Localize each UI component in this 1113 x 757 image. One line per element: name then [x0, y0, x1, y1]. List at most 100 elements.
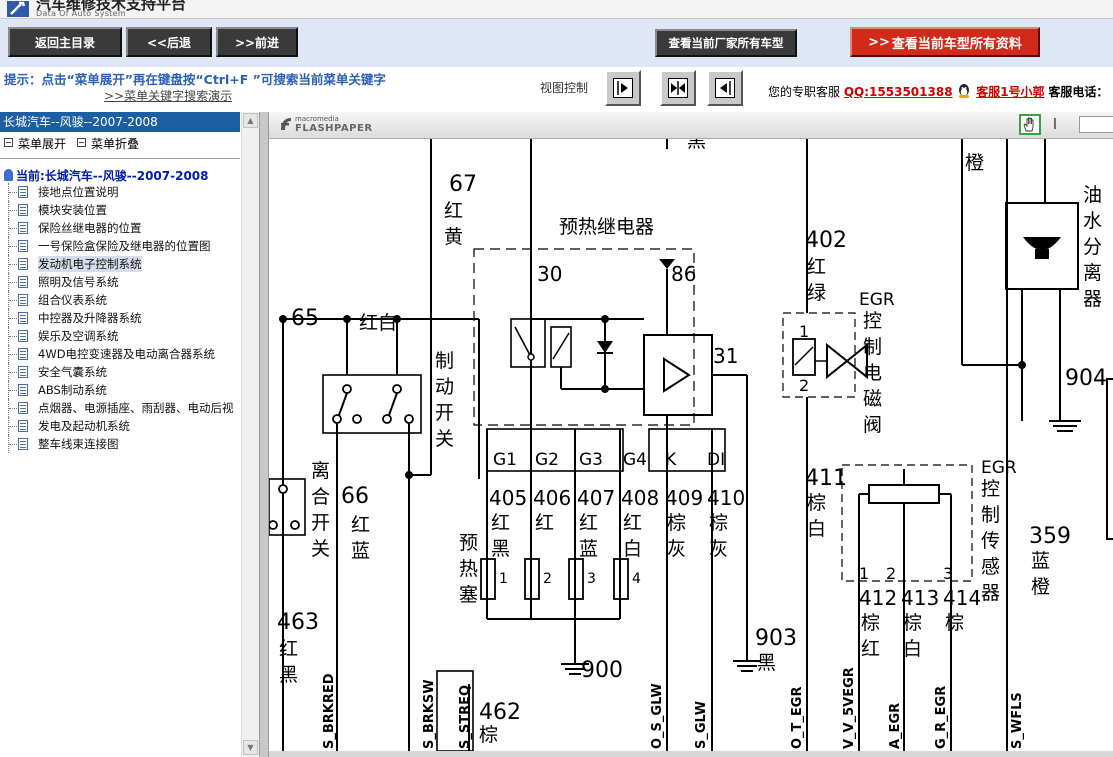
scroll-down-icon[interactable]: ▼ [243, 740, 258, 755]
schematic-label-char: 棕 [479, 724, 498, 746]
menu-collapse-button[interactable]: 菜单折叠 [77, 135, 139, 152]
forward-button[interactable]: >>前进 [216, 27, 298, 57]
tree-line [9, 282, 17, 283]
split-view-icon [671, 81, 685, 95]
pin-g3: G3 [579, 450, 603, 470]
menu-expand-button[interactable]: 菜单展开 [4, 135, 66, 152]
service-qq-link[interactable]: QQ:1553501388 [844, 85, 953, 99]
wire-410: 410 [707, 486, 745, 510]
manufacturer-models-button[interactable]: 查看当前厂家所有车型 [655, 29, 797, 57]
wire-462: 462 [479, 700, 521, 725]
schematic-label-char: 制 [863, 336, 882, 358]
menu-item[interactable]: 点烟器、电源插座、雨刮器、电动后视 [0, 399, 245, 417]
hand-tool-button[interactable] [1019, 114, 1041, 135]
schematic-label-char: 黄 [444, 226, 463, 248]
service-phone-label: 客服电话： [1048, 85, 1109, 99]
document-icon [18, 240, 28, 252]
sidebar-divider [0, 158, 240, 159]
schematic-labels: 67 65 66 463 462 402 411 904 359 903 900 [277, 172, 1107, 725]
view-split-button[interactable] [660, 70, 696, 106]
wire-color-label: 红白 [359, 312, 397, 334]
menu-item[interactable]: ABS制动系统 [0, 381, 245, 399]
signal-name: S_BRKRED [322, 673, 337, 749]
document-icon [18, 258, 28, 270]
relay-pin-labels: 30 86 31 [537, 262, 738, 368]
home-button[interactable]: 返回主目录 [8, 27, 122, 57]
schematic-label-char: 开 [435, 402, 454, 424]
schematic-label-char: 阀 [863, 414, 882, 436]
signal-name: S_BRKSW [422, 679, 437, 749]
schematic-label-char: 动 [435, 376, 454, 398]
document-icon [18, 366, 28, 378]
wrench-logo-icon [7, 1, 29, 17]
menu-item-label: 中控器及升降器系统 [38, 311, 142, 325]
menu-item-label: 一号保险盒保险及继电器的位置图 [38, 239, 211, 253]
model-all-data-button[interactable]: >> 查看当前车型所有资料 [850, 27, 1040, 57]
menu-item[interactable]: 发动机电子控制系统 [0, 255, 245, 273]
expand-icon [4, 138, 13, 147]
view-expand-left-button[interactable] [707, 70, 743, 106]
text-select-tool-icon[interactable]: I [1048, 115, 1062, 135]
pin-g2: G2 [535, 450, 559, 470]
wire-66: 66 [341, 484, 369, 509]
document-icon [18, 330, 28, 342]
menu-item[interactable]: 安全气囊系统 [0, 363, 245, 381]
menu-item[interactable]: 娱乐及空调系统 [0, 327, 245, 345]
schematic-label-char: 离 [1083, 262, 1102, 284]
menu-item-label: 安全气囊系统 [38, 365, 107, 379]
flashpaper-name: FLASHPAPER [295, 123, 373, 134]
schematic-label-char: 棕 [945, 612, 964, 634]
schematic-label-char: 红 [444, 200, 463, 222]
tree-line [9, 228, 17, 229]
back-button[interactable]: <<后退 [126, 27, 212, 57]
menu-item[interactable]: 发电及起动机系统 [0, 417, 245, 435]
document-icon [18, 222, 28, 234]
schematic-label-char: 灰 [709, 538, 728, 560]
menu-item[interactable]: 模块安装位置 [0, 201, 245, 219]
menu-item-label: 点烟器、电源插座、雨刮器、电动后视 [38, 401, 234, 415]
menu-expand-label: 菜单展开 [18, 137, 67, 151]
scroll-up-icon[interactable]: ▲ [243, 113, 258, 128]
double-chevron-icon: >> [868, 34, 890, 50]
menu-item-label: 发电及起动机系统 [38, 419, 130, 433]
flashpaper-toolbar: macromedia FLASHPAPER I [269, 112, 1113, 139]
viewer-horizontal-scrollbar[interactable] [269, 751, 1113, 757]
menu-item[interactable]: 保险丝继电器的位置 [0, 219, 245, 237]
wire-412: 412 [859, 586, 897, 610]
tree-line [9, 192, 17, 193]
pin-86: 86 [671, 262, 696, 286]
search-demo-link[interactable]: >>菜单关键字搜索演示 [104, 87, 232, 104]
menu-item-label: 保险丝继电器的位置 [38, 221, 142, 235]
menu-item[interactable]: 整车线束连接图 [0, 435, 245, 453]
schematic-label-char: 电 [863, 362, 882, 384]
menu-item-label: 娱乐及空调系统 [38, 329, 119, 343]
menu-item[interactable]: 中控器及升降器系统 [0, 309, 245, 327]
wire-359: 359 [1029, 524, 1071, 549]
pane-splitter[interactable] [259, 112, 269, 757]
current-vehicle-node[interactable]: 当前:长城汽车--风骏--2007-2008 [4, 167, 209, 184]
qq-penguin-icon [959, 84, 970, 98]
menu-item[interactable]: 组合仪表系统 [0, 291, 245, 309]
signal-name: O_S_GLW [650, 683, 665, 749]
schematic-label-char: 红 [351, 514, 370, 536]
schematic-label-char: 橙 [1031, 576, 1050, 598]
sensor-pin-2: 2 [886, 564, 896, 583]
tree-line [9, 246, 17, 247]
service-agent-link[interactable]: 客服1号小郭 [976, 85, 1044, 99]
sidebar-scrollbar[interactable]: ▲ ▼ [241, 112, 259, 757]
menu-item[interactable]: 接地点位置说明 [0, 183, 245, 201]
schematic-label-char: 红 [623, 512, 642, 534]
schematic-label-char: 棕 [903, 612, 922, 634]
plug-4: 4 [632, 571, 641, 587]
wire-405: 405 [489, 486, 527, 510]
menu-item[interactable]: 一号保险盒保险及继电器的位置图 [0, 237, 245, 255]
page-number-input[interactable] [1079, 116, 1113, 133]
menu-item[interactable]: 照明及信号系统 [0, 273, 245, 291]
signal-name: S_STREQ [458, 685, 473, 749]
menu-item-label: 4WD电控变速器及电动离合器系统 [38, 347, 216, 361]
menu-item[interactable]: 4WD电控变速器及电动离合器系统 [0, 345, 245, 363]
document-icon [18, 294, 28, 306]
view-expand-right-button[interactable] [605, 70, 641, 106]
plug-2: 2 [543, 571, 552, 587]
schematic-label-char: 开 [311, 512, 330, 534]
